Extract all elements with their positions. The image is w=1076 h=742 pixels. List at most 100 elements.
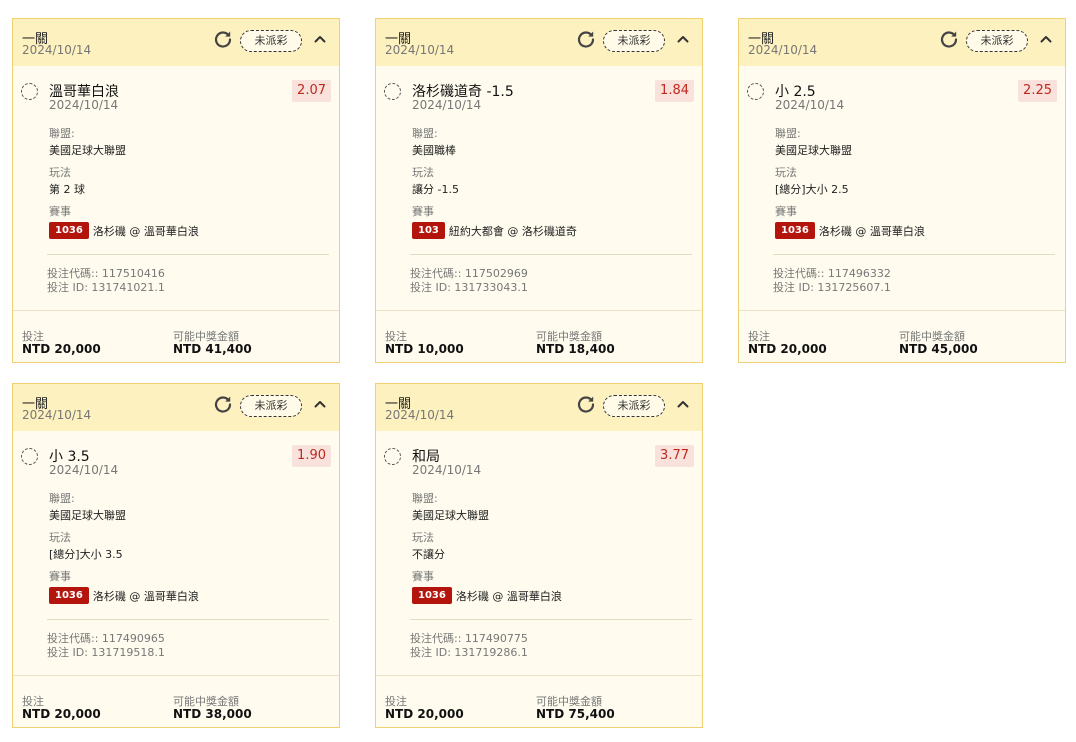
stake-value: NTD 20,000 <box>385 707 464 721</box>
bet-id: 投注 ID: 131733043.1 <box>410 279 528 295</box>
bet-slip-grid: 一關 2024/10/14 未派彩 溫哥華白浪 2024/10/14 2.07 … <box>0 0 1076 742</box>
chevron-up-icon[interactable] <box>312 31 328 47</box>
event-row: 1036 洛杉磯 @ 溫哥華白浪 <box>775 220 925 239</box>
bet-type-value: [總分]大小 2.5 <box>775 183 849 196</box>
stake-value: NTD 20,000 <box>22 707 101 721</box>
divider <box>13 310 339 311</box>
bet-type-label: 玩法 <box>49 531 71 544</box>
stake-value: NTD 20,000 <box>748 342 827 356</box>
refresh-icon[interactable] <box>576 29 596 49</box>
bet-card: 一關 2024/10/14 未派彩 小 2.5 2024/10/14 2.25 … <box>738 18 1066 363</box>
bet-type-value: 第 2 球 <box>49 183 85 196</box>
card-header[interactable]: 一關 2024/10/14 未派彩 <box>376 19 702 66</box>
event-code-badge: 1036 <box>49 222 89 239</box>
odds-badge: 1.90 <box>292 445 331 467</box>
bet-type-label: 玩法 <box>412 166 434 179</box>
chevron-up-icon[interactable] <box>312 396 328 412</box>
selection-radio[interactable] <box>384 448 401 465</box>
card-header[interactable]: 一關 2024/10/14 未派彩 <box>376 384 702 431</box>
status-badge: 未派彩 <box>240 30 302 52</box>
status-badge: 未派彩 <box>966 30 1028 52</box>
bet-type-value: 讓分 -1.5 <box>412 183 459 196</box>
bet-date: 2024/10/14 <box>385 408 455 422</box>
league-value: 美國足球大聯盟 <box>775 144 852 157</box>
league-label: 聯盟: <box>412 492 438 505</box>
bet-id: 投注 ID: 131719518.1 <box>47 644 165 660</box>
league-value: 美國足球大聯盟 <box>412 509 489 522</box>
league-value: 美國足球大聯盟 <box>49 509 126 522</box>
bet-id-label: 投注 ID: <box>47 281 92 294</box>
bet-id-label: 投注 ID: <box>410 646 455 659</box>
selection-radio[interactable] <box>21 83 38 100</box>
league-label: 聯盟: <box>49 127 75 140</box>
event-code-badge: 1036 <box>775 222 815 239</box>
card-header[interactable]: 一關 2024/10/14 未派彩 <box>739 19 1065 66</box>
event-code-badge: 1036 <box>412 587 452 604</box>
chevron-up-icon[interactable] <box>675 31 691 47</box>
odds-badge: 2.07 <box>292 80 331 102</box>
divider <box>47 619 329 620</box>
refresh-icon[interactable] <box>213 394 233 414</box>
selection-date: 2024/10/14 <box>49 98 119 112</box>
league-label: 聯盟: <box>412 127 438 140</box>
bet-id-value: 131741021.1 <box>91 281 165 294</box>
bet-id-value: 131719518.1 <box>91 646 165 659</box>
selection-radio[interactable] <box>384 83 401 100</box>
status-badge: 未派彩 <box>240 395 302 417</box>
bet-id-label: 投注 ID: <box>47 646 92 659</box>
status-badge: 未派彩 <box>603 395 665 417</box>
odds-badge: 2.25 <box>1018 80 1057 102</box>
bet-type-label: 玩法 <box>49 166 71 179</box>
bet-id-value: 131725607.1 <box>817 281 891 294</box>
divider <box>376 675 702 676</box>
divider <box>410 254 692 255</box>
refresh-icon[interactable] <box>213 29 233 49</box>
card-header[interactable]: 一關 2024/10/14 未派彩 <box>13 384 339 431</box>
event-label: 賽事 <box>412 570 434 583</box>
status-badge: 未派彩 <box>603 30 665 52</box>
event-label: 賽事 <box>412 205 434 218</box>
card-header[interactable]: 一關 2024/10/14 未派彩 <box>13 19 339 66</box>
bet-type-label: 玩法 <box>412 531 434 544</box>
bet-type-label: 玩法 <box>775 166 797 179</box>
divider <box>410 619 692 620</box>
chevron-up-icon[interactable] <box>675 396 691 412</box>
refresh-icon[interactable] <box>939 29 959 49</box>
league-label: 聯盟: <box>49 492 75 505</box>
stake-value: NTD 20,000 <box>22 342 101 356</box>
league-label: 聯盟: <box>775 127 801 140</box>
event-name: 洛杉磯 @ 溫哥華白浪 <box>92 224 199 238</box>
selection-date: 2024/10/14 <box>49 463 119 477</box>
payout-value: NTD 38,000 <box>173 707 252 721</box>
bet-date: 2024/10/14 <box>22 43 92 57</box>
event-name: 紐約大都會 @ 洛杉磯道奇 <box>448 224 577 238</box>
selection-radio[interactable] <box>747 83 764 100</box>
event-row: 1036 洛杉磯 @ 溫哥華白浪 <box>49 585 199 604</box>
event-name: 洛杉磯 @ 溫哥華白浪 <box>455 589 562 603</box>
event-row: 1036 洛杉磯 @ 溫哥華白浪 <box>49 220 199 239</box>
refresh-icon[interactable] <box>576 394 596 414</box>
bet-id: 投注 ID: 131741021.1 <box>47 279 165 295</box>
bet-type-value: [總分]大小 3.5 <box>49 548 123 561</box>
event-label: 賽事 <box>775 205 797 218</box>
selection-date: 2024/10/14 <box>775 98 845 112</box>
bet-date: 2024/10/14 <box>385 43 455 57</box>
divider <box>13 675 339 676</box>
payout-value: NTD 18,400 <box>536 342 615 356</box>
bet-date: 2024/10/14 <box>22 408 92 422</box>
payout-value: NTD 41,400 <box>173 342 252 356</box>
odds-badge: 1.84 <box>655 80 694 102</box>
divider <box>47 254 329 255</box>
selection-date: 2024/10/14 <box>412 463 482 477</box>
bet-date: 2024/10/14 <box>748 43 818 57</box>
bet-card: 一關 2024/10/14 未派彩 和局 2024/10/14 3.77 聯盟:… <box>375 383 703 728</box>
payout-value: NTD 75,400 <box>536 707 615 721</box>
league-value: 美國職棒 <box>412 144 456 157</box>
chevron-up-icon[interactable] <box>1038 31 1054 47</box>
bet-id-label: 投注 ID: <box>773 281 818 294</box>
selection-radio[interactable] <box>21 448 38 465</box>
event-row: 103 紐約大都會 @ 洛杉磯道奇 <box>412 220 577 239</box>
event-label: 賽事 <box>49 205 71 218</box>
bet-id-label: 投注 ID: <box>410 281 455 294</box>
bet-card: 一關 2024/10/14 未派彩 洛杉磯道奇 -1.5 2024/10/14 … <box>375 18 703 363</box>
